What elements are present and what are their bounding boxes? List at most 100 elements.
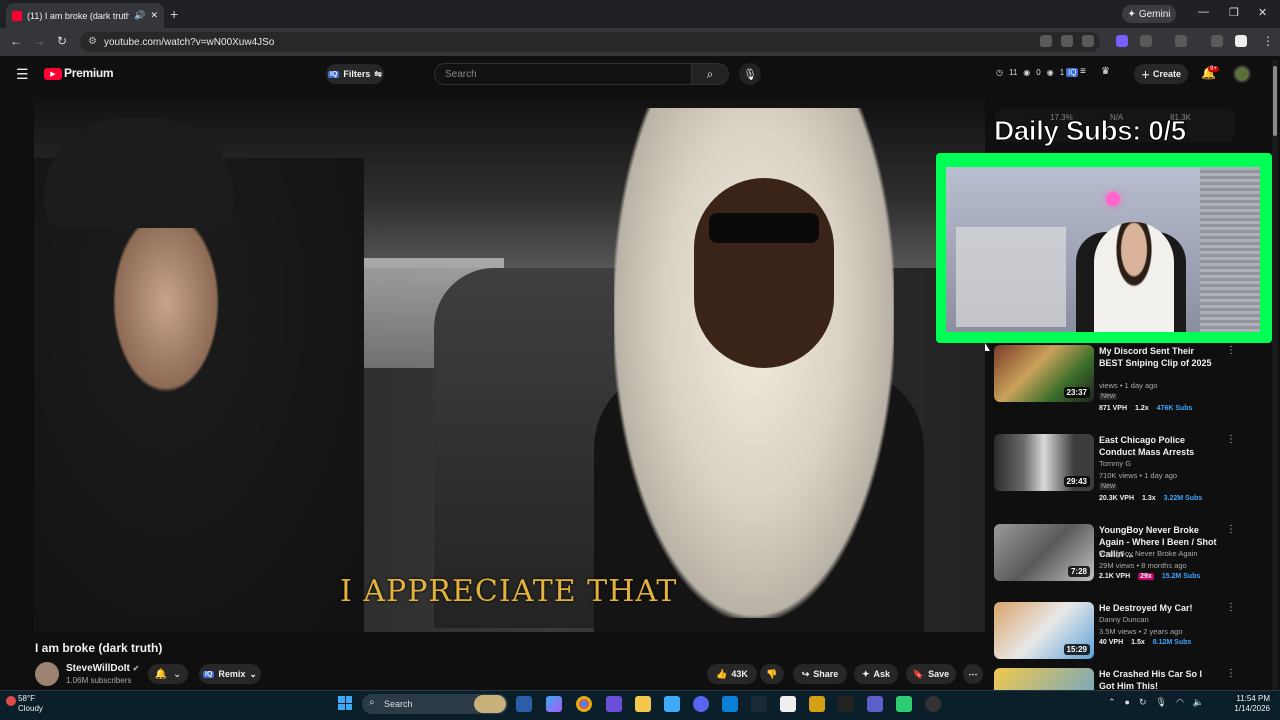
webcam-overlay xyxy=(936,153,1272,343)
like-button[interactable]: 👍 43K xyxy=(707,664,757,684)
app-icon-3[interactable] xyxy=(809,696,825,712)
tray-app-icon[interactable]: ● xyxy=(1125,697,1130,708)
discord-icon[interactable] xyxy=(693,696,709,712)
video-thumbnail[interactable]: 15:29 xyxy=(994,602,1094,659)
premium-brand[interactable]: Premium xyxy=(64,66,114,80)
more-icon: ⋯ xyxy=(968,668,978,679)
menu-icon[interactable]: ☰ xyxy=(16,66,29,83)
spotify-icon[interactable] xyxy=(896,696,912,712)
more-options-icon[interactable]: ⋮ xyxy=(1226,524,1236,535)
verified-icon: ✔ xyxy=(132,664,140,673)
recommendation-title[interactable]: He Destroyed My Car! xyxy=(1099,602,1219,614)
photos-icon[interactable] xyxy=(722,696,738,712)
create-button[interactable]: ＋ Create xyxy=(1134,64,1188,84)
taskbar-clock[interactable]: 11:54 PM 1/14/2026 xyxy=(1222,694,1270,714)
app-icon-4[interactable] xyxy=(838,696,854,712)
install-app-icon[interactable] xyxy=(1040,35,1052,47)
recommendation-item[interactable]: 15:29 He Destroyed My Car! Danny Duncan … xyxy=(994,602,1264,662)
close-window-button[interactable]: ✕ xyxy=(1258,6,1267,19)
trophy-icon[interactable]: ♛ xyxy=(1101,66,1110,77)
extensions-puzzle-icon[interactable] xyxy=(1140,35,1152,47)
file-explorer-icon[interactable] xyxy=(635,696,651,712)
voice-search-button[interactable]: 🎙 xyxy=(739,63,761,85)
recommendation-title[interactable]: He Crashed His Car So I Got Him This! xyxy=(1099,668,1219,690)
steam-icon[interactable] xyxy=(751,696,767,712)
extension-icon[interactable] xyxy=(1116,35,1128,47)
dislike-button[interactable]: 👎 xyxy=(760,664,784,684)
video-thumbnail[interactable] xyxy=(994,668,1094,690)
channel-avatar[interactable] xyxy=(35,662,59,686)
more-options-icon[interactable]: ⋮ xyxy=(1226,434,1236,445)
new-tab-button[interactable]: + xyxy=(170,6,178,22)
site-info-icon[interactable]: ⚙ xyxy=(88,36,97,47)
chevron-up-icon[interactable]: ⌃ xyxy=(1108,697,1116,708)
maximize-button[interactable]: ❐ xyxy=(1229,6,1239,19)
browser-tab[interactable]: (11) I am broke (dark truth) 🔊 ✕ xyxy=(6,3,164,28)
recommendation-title[interactable]: My Discord Sent Their BEST Sniping Clip … xyxy=(1099,345,1219,369)
system-tray[interactable]: ⌃ ● ↻ 🎙 ◠ 🔈 xyxy=(1108,697,1204,708)
iq-extension-icon[interactable]: IQ xyxy=(1066,68,1079,77)
teams-icon[interactable] xyxy=(867,696,883,712)
split-view-icon[interactable] xyxy=(1175,35,1187,47)
save-button[interactable]: 🔖 Save xyxy=(906,664,956,684)
app-icon[interactable] xyxy=(606,696,622,712)
back-arrow-icon[interactable]: ← xyxy=(10,34,22,48)
more-options-icon[interactable]: ⋮ xyxy=(1226,602,1236,613)
tray-sync-icon[interactable]: ↻ xyxy=(1139,697,1147,708)
page-scrollbar[interactable] xyxy=(1272,60,1278,690)
bookmark-star-icon[interactable] xyxy=(1082,35,1094,47)
task-view-icon[interactable] xyxy=(516,696,532,712)
recommendation-item[interactable]: 7:28 YoungBoy Never Broke Again - Where … xyxy=(994,524,1264,584)
more-actions-button[interactable]: ⋯ xyxy=(963,664,983,684)
volume-icon[interactable]: 🔈 xyxy=(1193,697,1204,708)
search-input[interactable]: Search xyxy=(434,63,692,85)
chrome-icon[interactable] xyxy=(576,696,592,712)
scrollbar-thumb[interactable] xyxy=(1273,66,1277,136)
browser-menu-icon[interactable]: ⋮ xyxy=(1262,34,1274,48)
video-player[interactable]: I APPRECIATE THAT xyxy=(34,98,985,632)
more-options-icon[interactable]: ⋮ xyxy=(1226,668,1236,679)
notepad-icon[interactable] xyxy=(664,696,680,712)
minimize-button[interactable]: — xyxy=(1198,6,1209,18)
address-bar[interactable]: ⚙ youtube.com/watch?v=wN00Xuw4JSo xyxy=(80,32,1100,52)
weather-widget[interactable]: 58°F Cloudy xyxy=(18,694,43,714)
wifi-icon[interactable]: ◠ xyxy=(1176,697,1184,708)
more-options-icon[interactable]: ⋮ xyxy=(1226,345,1236,356)
recommendation-item[interactable]: He Crashed His Car So I Got Him This! ⋮ xyxy=(994,668,1264,690)
recommendation-item[interactable]: 29:43 East Chicago Police Conduct Mass A… xyxy=(994,434,1264,504)
tab-close-icon[interactable]: ✕ xyxy=(150,10,158,21)
video-thumbnail[interactable]: 23:37 xyxy=(994,345,1094,402)
channel-name[interactable]: Danny Duncan xyxy=(1099,615,1149,624)
channel-name[interactable]: Tommy G xyxy=(1099,459,1131,468)
recommendation-item[interactable]: 23:37 My Discord Sent Their BEST Sniping… xyxy=(994,345,1264,412)
subs: 3.22M Subs xyxy=(1163,495,1203,502)
remix-button[interactable]: IQ Remix ⌄ xyxy=(199,664,261,684)
windows-start-icon[interactable] xyxy=(338,696,352,710)
video-thumbnail[interactable]: 7:28 xyxy=(994,524,1094,581)
tray-mic-icon[interactable]: 🎙 xyxy=(1156,697,1167,708)
list-icon[interactable]: ≡ xyxy=(1080,66,1086,77)
ask-button[interactable]: ✦ Ask xyxy=(854,664,898,684)
app-icon-2[interactable] xyxy=(780,696,796,712)
zoom-icon[interactable] xyxy=(1061,35,1073,47)
tab-audio-icon[interactable]: 🔊 xyxy=(134,10,145,21)
channel-name[interactable]: SteveWillDoIt ✔ xyxy=(66,663,139,674)
tab-search-icon[interactable] xyxy=(1211,35,1223,47)
profile-icon[interactable] xyxy=(1235,35,1247,47)
search-highlight-icon xyxy=(474,695,506,713)
reload-icon[interactable]: ↻ xyxy=(57,34,67,48)
clock-time: 11:54 PM xyxy=(1236,694,1270,703)
filters-button[interactable]: IQ Filters ⇋ xyxy=(326,64,384,84)
share-button[interactable]: ↪ Share xyxy=(793,664,847,684)
youtube-logo-icon[interactable]: ▶ xyxy=(44,68,62,80)
video-thumbnail[interactable]: 29:43 xyxy=(994,434,1094,491)
recommendation-title[interactable]: East Chicago Police Conduct Mass Arrests xyxy=(1099,434,1219,458)
subscribed-bell-button[interactable]: 🔔 ⌄ xyxy=(148,664,188,684)
copilot-icon[interactable] xyxy=(546,696,562,712)
obs-icon[interactable] xyxy=(925,696,941,712)
search-button[interactable]: ⌕ xyxy=(691,63,729,85)
gemini-button[interactable]: ✦ Gemini xyxy=(1122,5,1176,23)
forward-arrow-icon[interactable]: → xyxy=(33,34,45,48)
user-avatar[interactable] xyxy=(1233,65,1251,83)
channel-name[interactable]: YoungBoy Never Broke Again xyxy=(1099,549,1198,558)
